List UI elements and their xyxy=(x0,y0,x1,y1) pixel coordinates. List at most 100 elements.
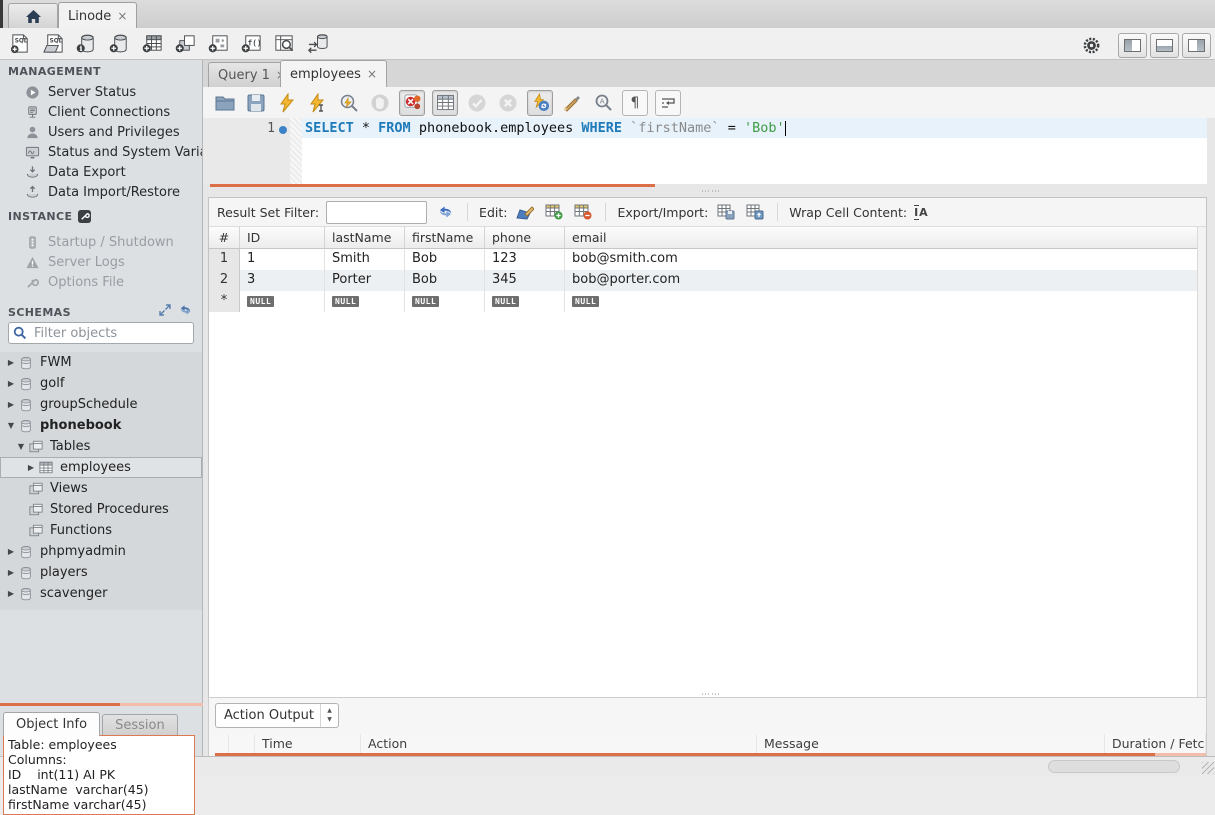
create-procedure-button[interactable] xyxy=(204,31,232,57)
search-table-data-button[interactable] xyxy=(270,31,298,57)
column-header-phone[interactable]: phone xyxy=(485,227,565,249)
editor-splitter-accent[interactable] xyxy=(210,184,655,187)
sidebar-item-startup-shutdown[interactable]: Startup / Shutdown xyxy=(0,232,202,252)
add-row-icon[interactable] xyxy=(543,202,565,222)
grid-cell[interactable]: NULL xyxy=(565,291,1198,312)
close-icon[interactable]: × xyxy=(367,68,377,80)
grid-cell[interactable]: bob@porter.com xyxy=(565,270,1198,291)
edit-cell-icon[interactable] xyxy=(514,202,536,222)
open-sql-script-button[interactable]: SQL xyxy=(39,31,67,57)
result-vertical-scrollbar[interactable] xyxy=(1197,227,1206,722)
refresh-results-icon[interactable] xyxy=(434,202,456,222)
tree-node-functions[interactable]: Functions xyxy=(0,520,202,541)
toggle-autocommit-button[interactable] xyxy=(527,90,553,116)
chevron-right-icon[interactable]: ▶ xyxy=(5,589,17,598)
grid-cell[interactable]: Bob xyxy=(405,249,485,270)
refresh-schemas-icon[interactable] xyxy=(179,304,192,316)
chevron-right-icon[interactable]: ▶ xyxy=(5,400,17,409)
grid-cell[interactable]: 345 xyxy=(485,270,565,291)
create-schema-button[interactable] xyxy=(105,31,133,57)
rollback-button[interactable] xyxy=(496,91,520,115)
tree-node-players[interactable]: ▶players xyxy=(0,562,202,583)
sidebar-item-options-file[interactable]: Options File xyxy=(0,272,202,292)
sidebar-item-client-connections[interactable]: Client Connections xyxy=(0,102,202,122)
sidebar-item-users-and-privileges[interactable]: Users and Privileges xyxy=(0,122,202,142)
splitter-handle[interactable]: ⋯⋯ xyxy=(701,188,721,197)
execute-query-button[interactable] xyxy=(275,91,299,115)
schema-inspector-button[interactable]: i xyxy=(72,31,100,57)
sidebar-item-data-import-restore[interactable]: Data Import/Restore xyxy=(0,182,202,202)
tree-node-phpmyadmin[interactable]: ▶phpmyadmin xyxy=(0,541,202,562)
toggle-stop-on-error-button[interactable] xyxy=(399,90,425,116)
toggle-invisible-chars-button[interactable]: ¶ xyxy=(622,90,648,116)
wrap-cell-content-icon[interactable]: IA xyxy=(914,206,929,219)
toggle-word-wrap-button[interactable] xyxy=(655,90,681,116)
chevron-right-icon[interactable]: ▶ xyxy=(5,568,17,577)
tree-node-stored-procedures[interactable]: Stored Procedures xyxy=(0,499,202,520)
import-recordset-icon[interactable] xyxy=(744,202,766,222)
delete-row-icon[interactable] xyxy=(572,202,594,222)
column-header-id[interactable]: ID xyxy=(240,227,325,249)
selector-spinner-icon[interactable]: ▲▼ xyxy=(320,704,338,727)
tab-session[interactable]: Session xyxy=(102,714,178,736)
resize-grip[interactable] xyxy=(1202,762,1214,774)
create-view-button[interactable] xyxy=(171,31,199,57)
column-header-lastname[interactable]: lastName xyxy=(325,227,405,249)
grid-cell[interactable]: NULL xyxy=(405,291,485,312)
grid-cell[interactable]: bob@smith.com xyxy=(565,249,1198,270)
horizontal-scrollbar-thumb[interactable] xyxy=(1048,760,1180,773)
chevron-down-icon[interactable]: ▼ xyxy=(15,442,27,451)
tree-node-scavenger[interactable]: ▶scavenger xyxy=(0,583,202,604)
toggle-bottom-panel-button[interactable] xyxy=(1150,33,1179,58)
home-tab[interactable] xyxy=(8,3,58,29)
sql-editor[interactable]: 1 SELECT * FROM phonebook.employees WHER… xyxy=(203,118,1207,184)
grid-cell[interactable]: NULL xyxy=(240,291,325,312)
column-header-[interactable]: # xyxy=(209,227,240,249)
column-header-email[interactable]: email xyxy=(565,227,1198,249)
grid-cell[interactable]: NULL xyxy=(325,291,405,312)
chevron-down-icon[interactable]: ▼ xyxy=(5,421,17,430)
sidebar-splitter-accent[interactable] xyxy=(0,703,120,706)
sidebar-item-server-logs[interactable]: Server Logs xyxy=(0,252,202,272)
close-icon[interactable]: × xyxy=(117,10,127,22)
toggle-left-sidebar-button[interactable] xyxy=(1118,33,1147,58)
sidebar-item-server-status[interactable]: Server Status xyxy=(0,82,202,102)
tree-node-employees[interactable]: ▶employees xyxy=(0,457,202,478)
chevron-right-icon[interactable]: ▶ xyxy=(25,463,37,472)
chevron-right-icon[interactable]: ▶ xyxy=(5,358,17,367)
explain-query-button[interactable] xyxy=(337,91,361,115)
grid-cell[interactable]: Porter xyxy=(325,270,405,291)
tree-node-views[interactable]: Views xyxy=(0,478,202,499)
output-selector[interactable]: Action Output ▲▼ xyxy=(215,703,339,728)
create-function-button[interactable]: f() xyxy=(237,31,265,57)
execute-current-statement-button[interactable] xyxy=(306,91,330,115)
commit-button[interactable] xyxy=(465,91,489,115)
new-query-tab-button[interactable]: SQL xyxy=(6,31,34,57)
find-panel-button[interactable]: A xyxy=(591,91,615,115)
grid-cell[interactable]: Bob xyxy=(405,270,485,291)
reconnect-dbms-button[interactable] xyxy=(303,31,331,57)
tree-node-phonebook[interactable]: ▼phonebook xyxy=(0,415,202,436)
tree-node-tables[interactable]: ▼Tables xyxy=(0,436,202,457)
grid-cell[interactable]: 1 xyxy=(240,249,325,270)
grid-cell[interactable]: 3 xyxy=(240,270,325,291)
tree-node-groupschedule[interactable]: ▶groupSchedule xyxy=(0,394,202,415)
result-filter-input[interactable] xyxy=(326,201,427,224)
sidebar-item-status-and-system-variables[interactable]: Status and System Variables xyxy=(0,142,202,162)
toggle-right-sidebar-button[interactable] xyxy=(1182,33,1211,58)
save-script-button[interactable] xyxy=(244,91,268,115)
sidebar-item-data-export[interactable]: Data Export xyxy=(0,162,202,182)
export-recordset-icon[interactable] xyxy=(715,202,737,222)
tree-node-fwm[interactable]: ▶FWM xyxy=(0,352,202,373)
grid-cell[interactable]: 123 xyxy=(485,249,565,270)
chevron-right-icon[interactable]: ▶ xyxy=(5,379,17,388)
expand-panel-icon[interactable] xyxy=(159,304,171,316)
stop-query-button[interactable] xyxy=(368,91,392,115)
grid-cell[interactable]: Smith xyxy=(325,249,405,270)
schema-filter-input[interactable] xyxy=(32,325,206,342)
tab-object-info[interactable]: Object Info xyxy=(3,712,100,736)
tab-employees[interactable]: employees × xyxy=(280,60,387,87)
create-table-button[interactable] xyxy=(138,31,166,57)
connection-tab[interactable]: Linode × xyxy=(58,2,137,29)
preferences-gear-icon[interactable] xyxy=(1077,32,1105,58)
